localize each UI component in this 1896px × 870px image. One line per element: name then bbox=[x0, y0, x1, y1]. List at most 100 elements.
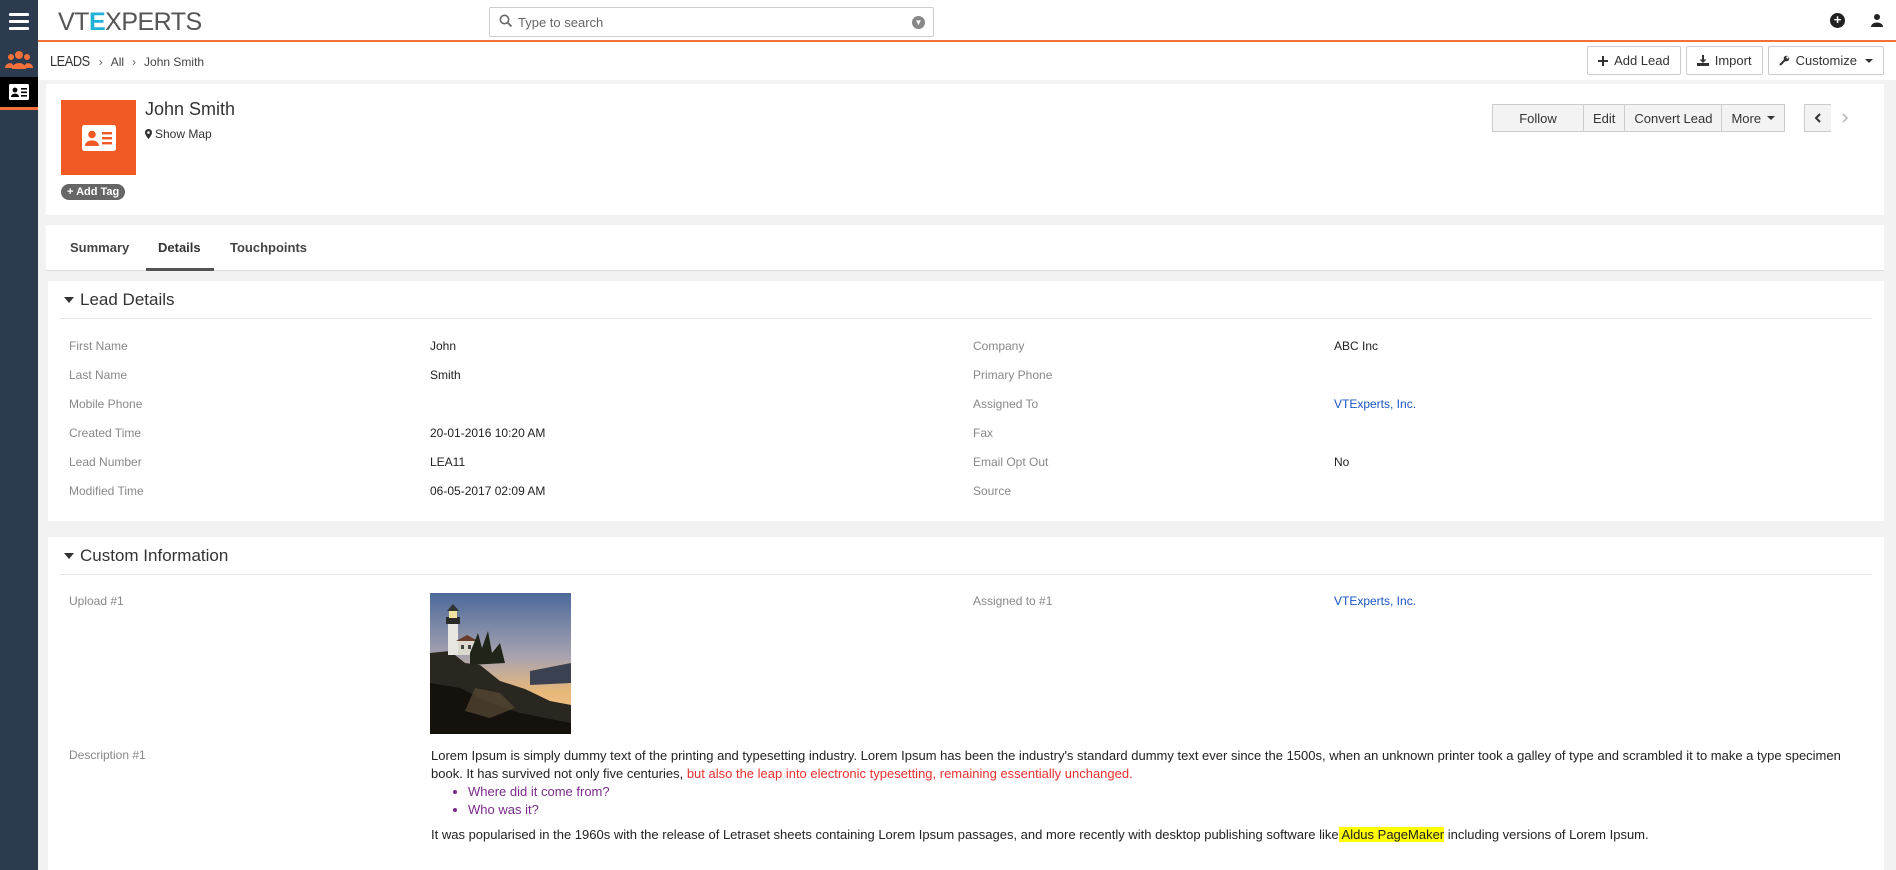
tab-details[interactable]: Details bbox=[146, 240, 214, 271]
plus-icon: + bbox=[67, 186, 77, 198]
field-label: Company bbox=[973, 339, 1025, 353]
custom-information-title: Custom Information bbox=[80, 546, 229, 565]
field-value: No bbox=[1334, 455, 1350, 469]
chevron-right-icon bbox=[1842, 113, 1849, 123]
field-label: Fax bbox=[973, 426, 994, 440]
record-title: John Smith bbox=[145, 99, 236, 119]
breadcrumb-bar: LEADS › All › John Smith Add Lead Import… bbox=[38, 42, 1896, 80]
field-label: Created Time bbox=[69, 426, 142, 440]
divider bbox=[60, 318, 1872, 319]
show-map-label: Show Map bbox=[155, 127, 212, 141]
show-map-link[interactable]: Show Map bbox=[145, 127, 212, 141]
record-actions: Follow Edit Convert Lead More bbox=[1492, 104, 1786, 132]
users-icon bbox=[5, 50, 33, 69]
list-item: Where did it come from? bbox=[468, 783, 1861, 801]
breadcrumb: LEADS › All › John Smith bbox=[50, 53, 204, 70]
field-label: Email Opt Out bbox=[973, 455, 1049, 469]
import-button[interactable]: Import bbox=[1685, 46, 1763, 75]
lead-avatar bbox=[61, 100, 136, 175]
field-value: Smith bbox=[430, 368, 461, 382]
user-icon[interactable] bbox=[1871, 13, 1883, 27]
lead-details-header[interactable]: Lead Details bbox=[64, 290, 175, 310]
field-label: Primary Phone bbox=[973, 368, 1053, 382]
collapse-caret-icon bbox=[64, 297, 74, 303]
custom-information-header[interactable]: Custom Information bbox=[64, 546, 228, 566]
more-button[interactable]: More bbox=[1721, 104, 1786, 132]
previous-record-button[interactable] bbox=[1804, 104, 1832, 132]
top-bar: VTEXPERTS ▼ + bbox=[0, 0, 1896, 42]
field-value: 06-05-2017 02:09 AM bbox=[430, 484, 546, 498]
description-list: Where did it come from? Who was it? bbox=[468, 783, 1861, 819]
global-search: ▼ bbox=[489, 7, 934, 37]
search-options-icon[interactable]: ▼ bbox=[912, 16, 925, 29]
sidebar-item-leads[interactable] bbox=[0, 42, 38, 77]
lead-details-title: Lead Details bbox=[80, 290, 175, 309]
field-value: ABC Inc bbox=[1334, 339, 1379, 353]
record-navigation bbox=[1804, 104, 1859, 132]
breadcrumb-list[interactable]: All bbox=[111, 55, 124, 69]
convert-lead-button[interactable]: Convert Lead bbox=[1624, 104, 1723, 132]
record-header: John Smith Show Map + Add Tag Follow Edi… bbox=[46, 84, 1884, 215]
lead-details-block: Lead Details First Name John Last Name S… bbox=[48, 281, 1884, 521]
edit-button[interactable]: Edit bbox=[1583, 104, 1626, 132]
map-marker-icon bbox=[145, 129, 152, 139]
field-label: Assigned To bbox=[973, 397, 1039, 411]
field-label: Source bbox=[973, 484, 1012, 498]
record-tabs: Summary Details Touchpoints bbox=[46, 225, 1884, 271]
field-label: Modified Time bbox=[69, 484, 144, 498]
field-label: First Name bbox=[69, 339, 128, 353]
search-input[interactable] bbox=[518, 12, 888, 32]
field-label: Mobile Phone bbox=[69, 397, 143, 411]
field-label: Upload #1 bbox=[69, 594, 124, 608]
breadcrumb-module[interactable]: LEADS bbox=[50, 53, 90, 70]
sidebar-item-lead-record[interactable] bbox=[0, 77, 38, 110]
contact-card-icon bbox=[9, 84, 29, 100]
tab-summary[interactable]: Summary bbox=[70, 240, 129, 271]
add-tag-label: Add Tag bbox=[76, 186, 120, 198]
divider bbox=[60, 574, 1872, 575]
follow-button[interactable]: Follow bbox=[1492, 104, 1584, 132]
quick-create-icon[interactable]: + bbox=[1830, 13, 1845, 28]
add-lead-button[interactable]: Add Lead bbox=[1587, 46, 1681, 75]
customize-label: Customize bbox=[1795, 53, 1857, 68]
import-label: Import bbox=[1714, 53, 1752, 68]
assigned-to-1-link[interactable]: VTExperts, Inc. bbox=[1334, 594, 1416, 608]
caret-down-icon bbox=[1865, 58, 1873, 63]
uploaded-image[interactable] bbox=[430, 593, 571, 734]
description-paragraph: Lorem Ipsum is simply dummy text of the … bbox=[431, 747, 1861, 783]
wrench-icon bbox=[1778, 55, 1789, 66]
description-red-text: but also the leap into electronic typese… bbox=[686, 766, 1133, 781]
search-icon bbox=[499, 14, 513, 28]
tab-touchpoints[interactable]: Touchpoints bbox=[230, 240, 307, 271]
description-text: It was popularised in the 1960s with the… bbox=[431, 827, 1339, 842]
customize-button[interactable]: Customize bbox=[1767, 46, 1884, 75]
field-value: 20-01-2016 10:20 AM bbox=[430, 426, 546, 440]
header-actions: Add Lead Import Customize bbox=[1587, 46, 1884, 75]
add-tag-button[interactable]: + Add Tag bbox=[61, 184, 126, 200]
description-text: Lorem Ipsum is simply dummy text of the … bbox=[431, 748, 1841, 781]
more-label: More bbox=[1731, 110, 1762, 126]
caret-down-icon bbox=[1767, 116, 1776, 120]
field-label: Lead Number bbox=[69, 455, 142, 469]
chevron-right-icon: › bbox=[132, 54, 137, 69]
list-item: Who was it? bbox=[468, 801, 1861, 819]
description-highlight: Aldus PageMaker bbox=[1338, 827, 1445, 842]
field-value: John bbox=[430, 339, 457, 353]
description-paragraph: It was popularised in the 1960s with the… bbox=[431, 826, 1861, 844]
field-label: Assigned to #1 bbox=[973, 594, 1053, 608]
description-text: including versions of Lorem Ipsum. bbox=[1444, 827, 1649, 842]
download-icon bbox=[1696, 55, 1709, 66]
add-lead-label: Add Lead bbox=[1614, 53, 1670, 68]
vtexperts-logo[interactable]: VTEXPERTS bbox=[58, 8, 202, 37]
collapse-caret-icon bbox=[64, 553, 74, 559]
field-label: Description #1 bbox=[69, 748, 146, 762]
app-menu-button[interactable] bbox=[0, 0, 38, 42]
contact-card-icon bbox=[81, 124, 116, 151]
assigned-to-link[interactable]: VTExperts, Inc. bbox=[1334, 397, 1416, 411]
lighthouse-photo bbox=[430, 593, 571, 734]
next-record-button[interactable] bbox=[1831, 104, 1859, 132]
chevron-left-icon bbox=[1814, 113, 1821, 123]
custom-information-block: Custom Information Upload #1 Assigned to… bbox=[48, 537, 1884, 870]
field-value: LEA11 bbox=[430, 455, 466, 469]
plus-icon bbox=[1598, 55, 1609, 66]
